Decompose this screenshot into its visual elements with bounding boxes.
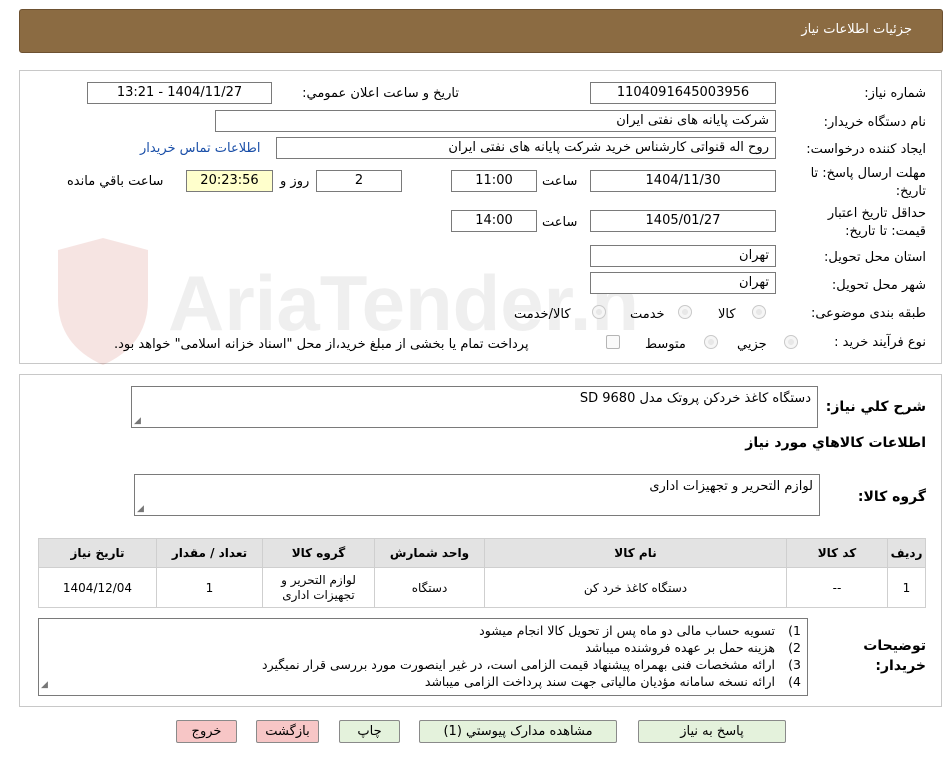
buyer-notes-label-line2: خریدار: — [875, 658, 926, 674]
buyer-contact-link[interactable]: اطلاعات تماس خریدار — [140, 141, 260, 156]
buyer-org-field[interactable]: شرکت پایانه های نفتی ایران — [215, 110, 776, 132]
page-title: جزئیات اطلاعات نیاز — [801, 22, 912, 37]
need-number-label: شماره نیاز: — [864, 86, 926, 101]
deadline-time-field[interactable]: 11:00 — [451, 170, 537, 192]
purchase-minor-radio[interactable] — [784, 335, 798, 349]
cell-unit: دستگاه — [374, 567, 485, 608]
col-qty-header: تعداد / مقدار — [156, 538, 263, 568]
cell-date: 1404/12/04 — [38, 567, 157, 608]
purchase-medium-label: متوسط — [645, 337, 686, 352]
category-goods-radio[interactable] — [752, 305, 766, 319]
cell-name: دستگاه کاغذ خرد کن — [484, 567, 787, 608]
validity-date-field[interactable]: 1405/01/27 — [590, 210, 776, 232]
note-item: 4) ارائه نسخه سامانه مؤدیان مالیاتی جهت س… — [45, 673, 801, 690]
summary-text: دستگاه کاغذ خردکن پروتک مدل SD 9680 — [579, 391, 811, 406]
note-number: 2) — [788, 640, 801, 655]
validity-label-line2: قیمت: تا تاریخ: — [845, 224, 926, 239]
note-text: هزینه حمل بر عهده فروشنده میباشد — [585, 640, 775, 655]
category-label: طبقه بندی موضوعی: — [810, 306, 926, 321]
back-button[interactable]: بازگشت — [256, 720, 319, 743]
note-text: ارائه نسخه سامانه مؤدیان مالیاتی جهت سند… — [424, 674, 775, 689]
validity-label-line1: حداقل تاریخ اعتبار — [827, 206, 926, 221]
note-item: 2) هزینه حمل بر عهده فروشنده میباشد — [45, 639, 801, 656]
note-text: ارائه مشخصات فنی بهمراه پیشنهاد قیمت الز… — [262, 657, 775, 672]
col-name-header: نام کالا — [484, 538, 787, 568]
deadline-label-line1: مهلت ارسال پاسخ: تا — [810, 166, 926, 181]
print-button[interactable]: چاپ — [339, 720, 400, 743]
attachments-button[interactable]: مشاهده مدارک پیوستي (1) — [419, 720, 617, 743]
resize-grip-icon[interactable]: ◢ — [137, 504, 144, 514]
goods-info-title: اطلاعات كالاهاي مورد نياز — [745, 435, 926, 451]
need-number-field[interactable]: 1104091645003956 — [590, 82, 776, 104]
validity-time-label: ساعت — [542, 215, 578, 230]
col-date-header: تاریخ نیاز — [38, 538, 157, 568]
category-goods-label: کالا — [718, 307, 736, 322]
validity-time-field[interactable]: 14:00 — [451, 210, 537, 232]
category-goods-service-label: کالا/خدمت — [514, 307, 571, 322]
requester-field[interactable]: روح اله قنواتی کارشناس خرید شرکت پایانه … — [276, 137, 776, 159]
col-unit-header: واحد شمارش — [374, 538, 485, 568]
resize-grip-icon[interactable]: ◢ — [134, 416, 141, 426]
city-field[interactable]: تهران — [590, 272, 776, 294]
remaining-time-label: ساعت باقي مانده — [67, 174, 164, 189]
announce-label: تاریخ و ساعت اعلان عمومي: — [302, 86, 459, 101]
goods-group-textarea[interactable]: لوازم التحریر و تجهیزات اداری ◢ — [134, 474, 820, 516]
note-item: 1) تسویه حساب مالی دو ماه پس از تحویل کال… — [45, 622, 801, 639]
buyer-org-label: نام دستگاه خریدار: — [823, 115, 926, 130]
summary-textarea[interactable]: دستگاه کاغذ خردکن پروتک مدل SD 9680 ◢ — [131, 386, 818, 428]
note-number: 4) — [788, 674, 801, 689]
cell-qty: 1 — [156, 567, 263, 608]
deadline-days-label: روز و — [280, 174, 310, 189]
province-field[interactable]: تهران — [590, 245, 776, 267]
deadline-time-label: ساعت — [542, 174, 578, 189]
page-header: جزئیات اطلاعات نیاز — [19, 9, 943, 53]
cell-row: 1 — [887, 567, 926, 608]
purchase-type-label: نوع فرآیند خرید : — [834, 335, 926, 350]
table-row[interactable]: 1 -- دستگاه کاغذ خرد کن دستگاه لوازم الت… — [38, 567, 926, 608]
summary-label: شرح كلي نياز: — [825, 399, 926, 415]
deadline-date-field[interactable]: 1404/11/30 — [590, 170, 776, 192]
cell-group: لوازم التحریر و تجهیزات اداری — [262, 567, 375, 608]
category-service-radio[interactable] — [678, 305, 692, 319]
deadline-days-field[interactable]: 2 — [316, 170, 402, 192]
note-number: 1) — [788, 623, 801, 638]
goods-table: رديف کد کالا نام کالا واحد شمارش گروه کا… — [38, 538, 926, 608]
note-item: 3) ارائه مشخصات فنی بهمراه پیشنهاد قیمت ا… — [45, 656, 801, 673]
category-goods-service-radio[interactable] — [592, 305, 606, 319]
exit-button[interactable]: خروج — [176, 720, 237, 743]
purchase-minor-label: جزیي — [737, 337, 767, 352]
announce-field[interactable]: 1404/11/27 - 13:21 — [87, 82, 272, 104]
buyer-notes-label-line1: توضیحات — [863, 638, 926, 654]
col-code-header: کد کالا — [786, 538, 888, 568]
resize-grip-icon[interactable]: ◢ — [41, 677, 48, 694]
col-group-header: گروه کالا — [262, 538, 375, 568]
province-label: استان محل تحویل: — [824, 250, 926, 265]
cell-code: -- — [786, 567, 888, 608]
buyer-notes-textarea[interactable]: 1) تسویه حساب مالی دو ماه پس از تحویل کال… — [38, 618, 808, 696]
remaining-time-field: 20:23:56 — [186, 170, 273, 192]
requester-label: ایجاد کننده درخواست: — [806, 142, 926, 157]
category-service-label: خدمت — [630, 307, 665, 322]
city-label: شهر محل تحویل: — [831, 278, 926, 293]
goods-group-label: گروه کالا: — [857, 489, 926, 505]
treasury-note: پرداخت تمام یا بخشی از مبلغ خرید،از محل … — [114, 337, 529, 352]
reply-button[interactable]: پاسخ به نياز — [638, 720, 786, 743]
note-text: تسویه حساب مالی دو ماه پس از تحویل کالا … — [479, 623, 775, 638]
deadline-label-line2: تاریخ: — [895, 184, 926, 199]
goods-group-text: لوازم التحریر و تجهیزات اداری — [649, 479, 813, 494]
note-number: 3) — [788, 657, 801, 672]
purchase-medium-radio[interactable] — [704, 335, 718, 349]
col-row-header: رديف — [887, 538, 926, 568]
treasury-checkbox[interactable] — [606, 335, 620, 349]
table-header-row: رديف کد کالا نام کالا واحد شمارش گروه کا… — [38, 538, 926, 568]
